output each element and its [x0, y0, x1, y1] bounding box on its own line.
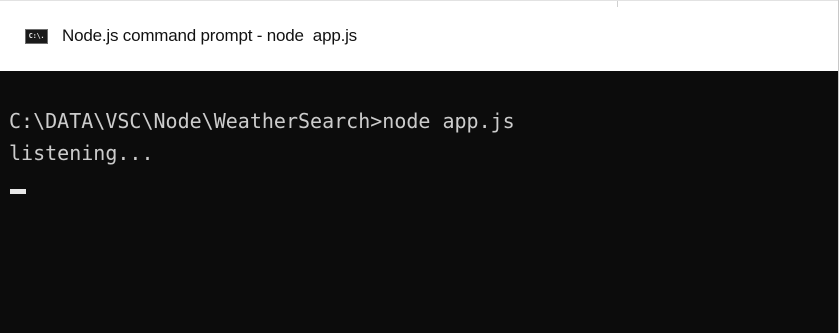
console-window-icon[interactable]: C:\. [25, 29, 48, 44]
window-title: Node.js command prompt - node app.js [62, 26, 357, 45]
console-cursor [10, 189, 26, 194]
console-command-line: C:\DATA\VSC\Node\WeatherSearch>node app.… [9, 109, 515, 133]
console-output-area[interactable]: C:\DATA\VSC\Node\WeatherSearch>node app.… [0, 71, 838, 333]
console-output-line: listening... [9, 141, 154, 165]
title-bar-divider [617, 1, 618, 7]
title-bar[interactable]: C:\. Node.js command prompt - node app.j… [0, 0, 838, 71]
console-window-icon-label: C:\. [28, 32, 45, 40]
command-prompt-window[interactable]: C:\. Node.js command prompt - node app.j… [0, 0, 839, 333]
